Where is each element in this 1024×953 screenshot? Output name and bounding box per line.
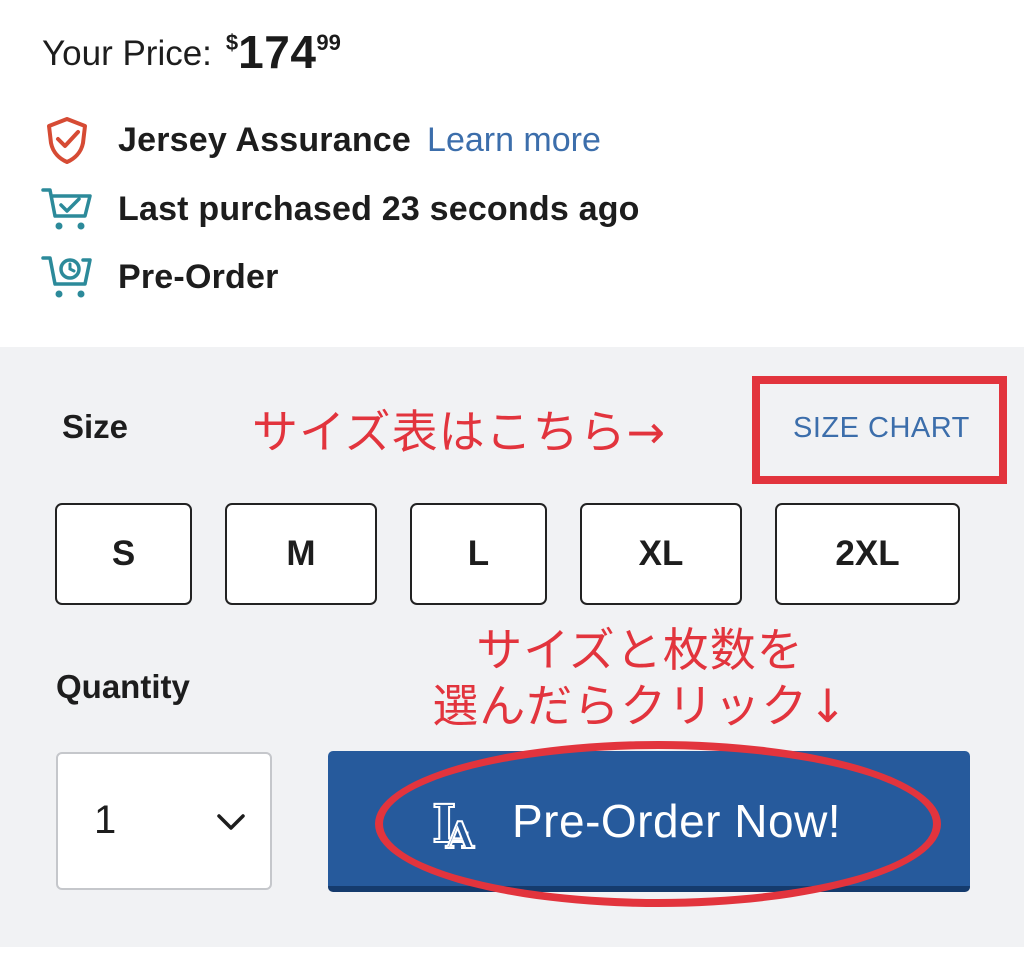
feature-label: Last purchased 23 seconds ago [118, 189, 640, 228]
product-info-section: Your Price: $ 174 99 Jersey Assurance Le… [0, 0, 1024, 347]
size-option-2xl[interactable]: 2XL [775, 503, 960, 605]
feature-label: Jersey Assurance [118, 120, 412, 159]
chevron-down-icon [216, 812, 246, 837]
size-option-m[interactable]: M [225, 503, 377, 605]
learn-more-link[interactable]: Learn more [427, 121, 601, 160]
quantity-select[interactable]: 1 [56, 752, 272, 890]
size-label: Size [62, 408, 129, 445]
price-dollars: 174 [238, 26, 317, 78]
price-cents: 99 [316, 30, 341, 55]
price-label: Your Price: [42, 34, 212, 73]
cart-check-icon [40, 184, 94, 234]
feature-preorder: Pre-Order [40, 251, 279, 303]
size-option-xl[interactable]: XL [580, 503, 742, 605]
bottom-divider [0, 947, 1024, 953]
feature-last-purchased: Last purchased 23 seconds ago [40, 183, 640, 235]
price-row: Your Price: $ 174 99 [42, 26, 341, 82]
size-option-l[interactable]: L [410, 503, 547, 605]
shield-check-icon [40, 115, 94, 165]
order-annotation-line2: 選んだらクリック↓ [432, 679, 848, 733]
cart-clock-icon [40, 252, 94, 302]
order-highlight-ellipse [375, 741, 941, 907]
feature-jersey-assurance: Jersey Assurance Learn more [40, 114, 601, 166]
price-currency: $ [225, 30, 239, 55]
size-chart-annotation: サイズ表はこちら→ [252, 405, 667, 459]
size-option-s[interactable]: S [55, 503, 192, 605]
quantity-value: 1 [94, 798, 117, 842]
size-chart-link[interactable]: SIZE CHART [793, 412, 970, 445]
quantity-label: Quantity [56, 668, 190, 705]
feature-label: Pre-Order [118, 257, 279, 296]
order-annotation-line1: サイズと枚数を [476, 623, 804, 677]
order-annotation: サイズと枚数を 選んだらクリック↓ [380, 622, 900, 734]
